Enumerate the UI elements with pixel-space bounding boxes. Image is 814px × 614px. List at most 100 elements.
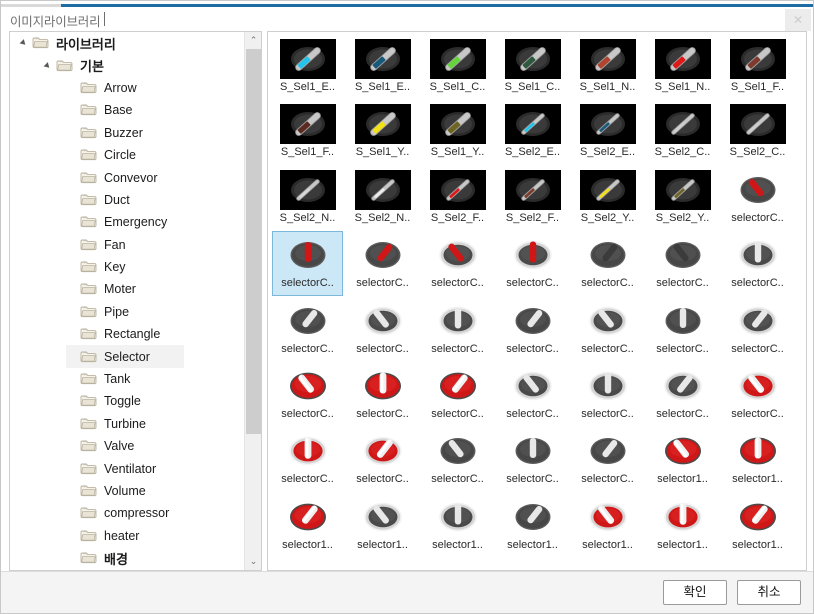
image-grid-item[interactable]: selector1..	[722, 493, 793, 557]
image-grid-item[interactable]: selector1..	[572, 493, 643, 557]
image-grid-item[interactable]: S_Sel2_E..	[572, 100, 643, 164]
image-grid-item[interactable]: S_Sel1_Y..	[422, 100, 493, 164]
tree-item-circle[interactable]: Circle	[10, 144, 245, 166]
image-grid-item[interactable]: selector1..	[722, 427, 793, 491]
image-grid-item[interactable]: selectorC..	[347, 297, 418, 361]
expander-collapse-icon[interactable]	[42, 59, 56, 73]
cancel-button[interactable]: 취소	[737, 580, 801, 605]
image-grid-item[interactable]: selectorC..	[422, 427, 493, 491]
tree-item-toggle[interactable]: Toggle	[10, 390, 245, 412]
image-grid-item[interactable]: S_Sel1_N..	[647, 35, 718, 99]
image-grid-item[interactable]: S_Sel2_E..	[497, 100, 568, 164]
tree-item-emergency[interactable]: Emergency	[10, 211, 245, 233]
image-thumbnail	[730, 431, 786, 471]
image-grid-item[interactable]: S_Sel2_Y..	[647, 166, 718, 230]
image-grid-item[interactable]: selectorC..	[497, 362, 568, 426]
tree-item-pipe[interactable]: Pipe	[10, 301, 245, 323]
image-grid-item[interactable]: selectorC..	[272, 297, 343, 361]
title-accent-left	[1, 4, 61, 7]
image-grid-item[interactable]: selectorC..	[647, 231, 718, 295]
tree-item-key[interactable]: Key	[10, 256, 245, 278]
image-grid-item[interactable]: S_Sel2_F..	[422, 166, 493, 230]
image-grid-item[interactable]: selectorC..	[647, 362, 718, 426]
tree-item-label: Duct	[104, 192, 130, 207]
image-grid-item[interactable]: selectorC..	[722, 166, 793, 230]
image-grid-item[interactable]: selector1..	[272, 493, 343, 557]
close-icon[interactable]: ✕	[785, 9, 811, 31]
image-item-label: S_Sel1_F..	[730, 81, 785, 93]
scroll-up-icon[interactable]: ⌃	[245, 32, 261, 49]
ok-button[interactable]: 확인	[663, 580, 727, 605]
tree-item-duct[interactable]: Duct	[10, 189, 245, 211]
folder-icon	[80, 462, 98, 476]
tree-item-ventilator[interactable]: Ventilator	[10, 457, 245, 479]
image-grid-item[interactable]: selectorC..	[722, 297, 793, 361]
image-grid-item[interactable]: S_Sel2_Y..	[572, 166, 643, 230]
scroll-down-icon[interactable]: ⌄	[245, 553, 261, 570]
image-grid-item[interactable]: selectorC..	[572, 362, 643, 426]
image-thumbnail	[355, 366, 411, 406]
image-thumbnail	[280, 301, 336, 341]
image-grid-item[interactable]: selector1..	[422, 493, 493, 557]
image-grid-item[interactable]: selectorC..	[497, 297, 568, 361]
image-grid-item[interactable]: selectorC..	[497, 427, 568, 491]
tree-item-valve[interactable]: Valve	[10, 435, 245, 457]
image-grid-item[interactable]: selectorC..	[422, 297, 493, 361]
image-grid-item[interactable]: selectorC..	[272, 362, 343, 426]
tree-item-convevor[interactable]: Convevor	[10, 166, 245, 188]
image-grid-item[interactable]: selectorC..	[347, 427, 418, 491]
image-grid-item[interactable]: S_Sel1_F..	[272, 100, 343, 164]
image-grid-item[interactable]: S_Sel1_E..	[347, 35, 418, 99]
image-grid-item[interactable]: S_Sel1_N..	[572, 35, 643, 99]
tree-item-arrow[interactable]: Arrow	[10, 77, 245, 99]
image-thumbnail	[429, 39, 486, 79]
image-grid-item[interactable]: S_Sel1_Y..	[347, 100, 418, 164]
image-grid-item[interactable]: selectorC..	[422, 362, 493, 426]
tree-item-compressor[interactable]: compressor	[10, 502, 245, 524]
image-grid-item[interactable]: selectorC..	[647, 297, 718, 361]
image-grid-item[interactable]: selector1..	[347, 493, 418, 557]
image-grid-item[interactable]: S_Sel2_N..	[347, 166, 418, 230]
image-grid-item[interactable]: S_Sel2_N..	[272, 166, 343, 230]
image-grid-item[interactable]: selector1..	[647, 493, 718, 557]
tree-item-selector[interactable]: Selector	[10, 345, 245, 368]
image-grid-item[interactable]: selectorC..	[572, 297, 643, 361]
image-grid-item[interactable]: selectorC..	[272, 231, 343, 296]
tree-item-base[interactable]: Base	[10, 99, 245, 121]
image-grid-item[interactable]: S_Sel2_C..	[722, 100, 793, 164]
image-grid-item[interactable]: selectorC..	[497, 231, 568, 295]
image-grid-item[interactable]: selectorC..	[572, 427, 643, 491]
expander-collapse-icon[interactable]	[18, 36, 32, 50]
image-grid-item[interactable]: S_Sel1_C..	[497, 35, 568, 99]
tree-item-moter[interactable]: Moter	[10, 278, 245, 300]
tree-item-라이브러리[interactable]: 라이브러리	[10, 32, 245, 54]
image-thumbnail	[280, 431, 336, 471]
tree-scrollbar-thumb[interactable]	[246, 49, 261, 434]
tree-item-배경[interactable]: 배경	[10, 547, 245, 569]
image-grid-item[interactable]: selectorC..	[347, 231, 418, 295]
tree-item-volume[interactable]: Volume	[10, 480, 245, 502]
image-grid-item[interactable]: selectorC..	[572, 231, 643, 295]
image-grid-item[interactable]: selector1..	[497, 493, 568, 557]
image-grid-item[interactable]: selectorC..	[422, 231, 493, 295]
image-grid-item[interactable]: S_Sel1_E..	[272, 35, 343, 99]
tree-item-tank[interactable]: Tank	[10, 368, 245, 390]
tree-item-heater[interactable]: heater	[10, 525, 245, 547]
image-thumbnail	[354, 169, 411, 210]
image-grid-item[interactable]: selectorC..	[722, 362, 793, 426]
image-grid-item[interactable]: S_Sel2_F..	[497, 166, 568, 230]
image-grid-item[interactable]: S_Sel1_C..	[422, 35, 493, 99]
tree-scrollbar[interactable]: ⌃ ⌄	[244, 32, 261, 570]
image-grid-item[interactable]: selectorC..	[347, 362, 418, 426]
image-grid-item[interactable]: selector1..	[647, 427, 718, 491]
tree-item-fan[interactable]: Fan	[10, 234, 245, 256]
image-grid-item[interactable]: S_Sel1_F..	[722, 35, 793, 99]
tree-item-rectangle[interactable]: Rectangle	[10, 323, 245, 345]
image-grid-item[interactable]: S_Sel2_C..	[647, 100, 718, 164]
image-grid-item[interactable]: selectorC..	[272, 427, 343, 491]
tree-item-buzzer[interactable]: Buzzer	[10, 122, 245, 144]
tree-item-turbine[interactable]: Turbine	[10, 413, 245, 435]
image-grid-item[interactable]: selectorC..	[722, 231, 793, 295]
tree-item-기본[interactable]: 기본	[10, 54, 245, 76]
